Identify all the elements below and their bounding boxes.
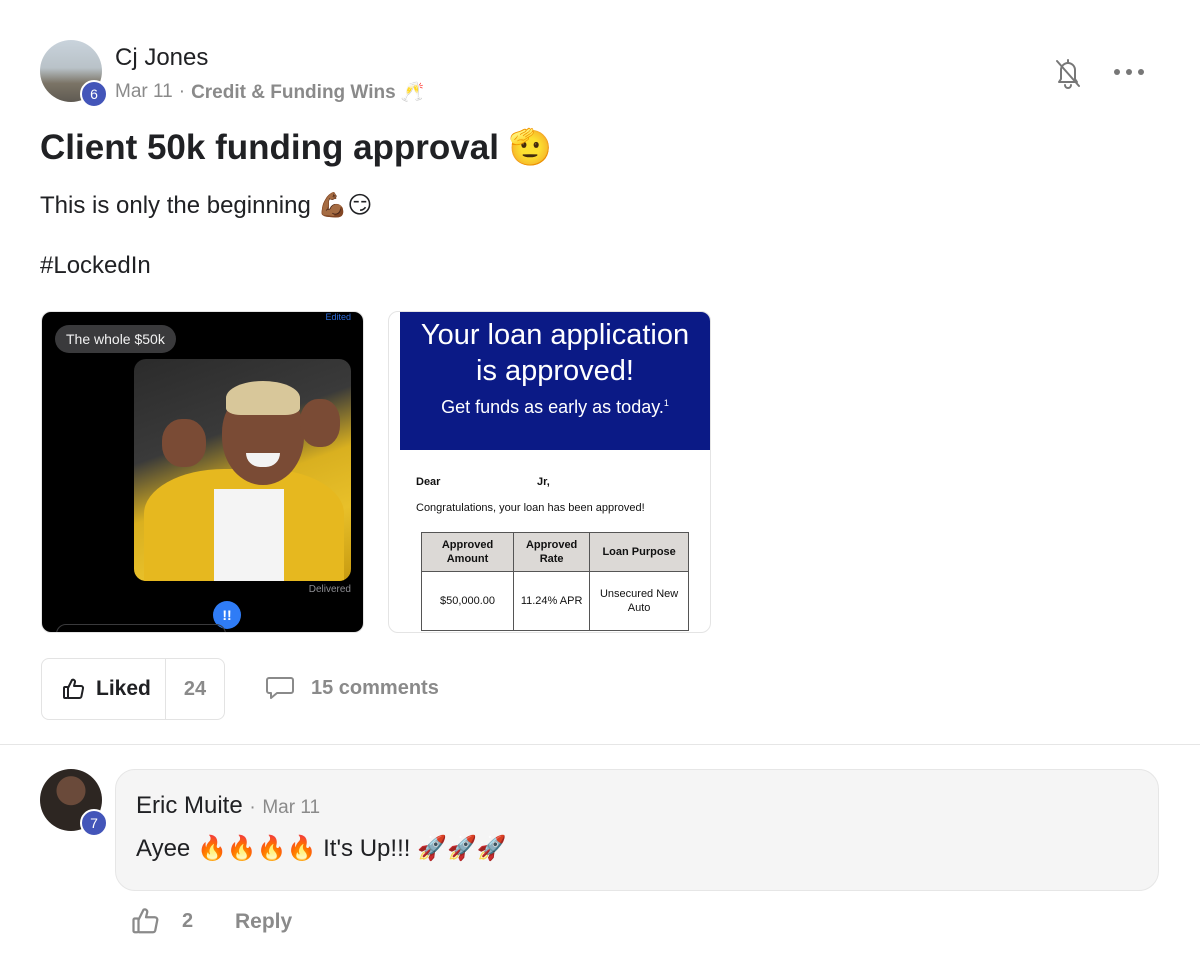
comment-icon xyxy=(266,677,294,699)
comment-text: Ayee 🔥🔥🔥🔥 It's Up!!! 🚀🚀🚀 xyxy=(136,835,507,862)
chat-input-outline xyxy=(56,624,226,632)
attachment-image-chat[interactable]: Edited The whole $50k Delivered !! xyxy=(41,311,364,633)
post-date: Mar 11 xyxy=(115,81,173,102)
loan-headline: Your loan application is approved! xyxy=(400,312,710,389)
more-dot xyxy=(1138,69,1144,75)
author-name[interactable]: Cj Jones xyxy=(115,44,208,72)
author-level-badge: 6 xyxy=(80,80,108,108)
post-hashtag[interactable]: #LockedIn xyxy=(40,252,151,280)
loan-subhead: Get funds as early as today.1 xyxy=(400,397,710,418)
post-meta: Mar 11 · Credit & Funding Wins 🥂 xyxy=(115,80,425,104)
loan-header-rate: Approved Rate xyxy=(512,532,591,572)
attachment-image-loan[interactable]: Your loan application is approved! Get f… xyxy=(388,311,711,633)
comment-date: Mar 11 xyxy=(262,797,321,818)
comments-button[interactable]: 15 comments xyxy=(265,674,439,702)
comment-like-count[interactable]: 2 xyxy=(182,910,193,933)
loan-value-amount: $50,000.00 xyxy=(421,571,514,631)
loan-header-purpose: Loan Purpose xyxy=(589,532,689,572)
loan-value-purpose: Unsecured New Auto xyxy=(589,571,689,631)
thumbs-up-icon xyxy=(63,678,85,699)
thumbs-up-icon xyxy=(132,908,159,934)
more-dot xyxy=(1126,69,1132,75)
loan-salutation: Dear xyxy=(416,476,441,488)
loan-congrats: Congratulations, your loan has been appr… xyxy=(416,502,645,514)
chat-celebration-photo xyxy=(134,359,351,581)
loan-headline-line2: is approved! xyxy=(476,355,634,387)
loan-recipient: Jr, xyxy=(537,476,550,488)
like-button[interactable]: Liked xyxy=(42,659,166,719)
more-horizontal-icon xyxy=(1114,69,1120,75)
commenter-level-badge: 7 xyxy=(80,809,108,837)
more-options-button[interactable] xyxy=(1114,64,1144,80)
meta-separator: · xyxy=(178,81,186,102)
post-body: This is only the beginning 💪🏾😏 xyxy=(40,192,373,219)
comments-count-label: 15 comments xyxy=(311,676,439,699)
loan-headline-line1: Your loan application xyxy=(420,319,690,351)
photo-shirt xyxy=(214,489,284,581)
chat-edited-label: Edited xyxy=(325,312,351,322)
post-title: Client 50k funding approval 🫡 xyxy=(40,128,553,167)
like-button-group: Liked 24 xyxy=(41,658,225,720)
comment-header: Eric Muite · Mar 11 xyxy=(136,792,320,820)
post-category-link[interactable]: Credit & Funding Wins 🥂 xyxy=(191,80,425,104)
photo-fist-left xyxy=(162,419,206,467)
comment-card: Eric Muite · Mar 11 Ayee 🔥🔥🔥🔥 It's Up!!!… xyxy=(115,769,1159,891)
photo-hair xyxy=(226,381,300,415)
like-button-label: Liked xyxy=(96,677,151,700)
bell-off-icon xyxy=(1056,59,1080,89)
comment-like-button[interactable] xyxy=(131,906,161,936)
chat-delivered-label: Delivered xyxy=(308,584,351,595)
loan-value-rate: 11.24% APR xyxy=(512,571,591,631)
comment-separator: · xyxy=(249,797,256,818)
reply-button[interactable]: Reply xyxy=(235,910,292,934)
photo-fist-right xyxy=(300,399,340,447)
loan-header-amount: Approved Amount xyxy=(421,532,514,572)
commenter-name[interactable]: Eric Muite xyxy=(136,792,243,819)
loan-subhead-text: Get funds as early as today. xyxy=(441,397,664,417)
loan-banner: Your loan application is approved! Get f… xyxy=(400,312,710,450)
loan-details-table: Approved Amount Approved Rate Loan Purpo… xyxy=(421,532,689,631)
like-count[interactable]: 24 xyxy=(166,678,224,701)
chat-message-bubble: The whole $50k xyxy=(55,325,176,353)
section-divider xyxy=(0,744,1200,745)
loan-footnote: 1 xyxy=(663,398,669,408)
notifications-toggle-button[interactable] xyxy=(1053,57,1083,89)
